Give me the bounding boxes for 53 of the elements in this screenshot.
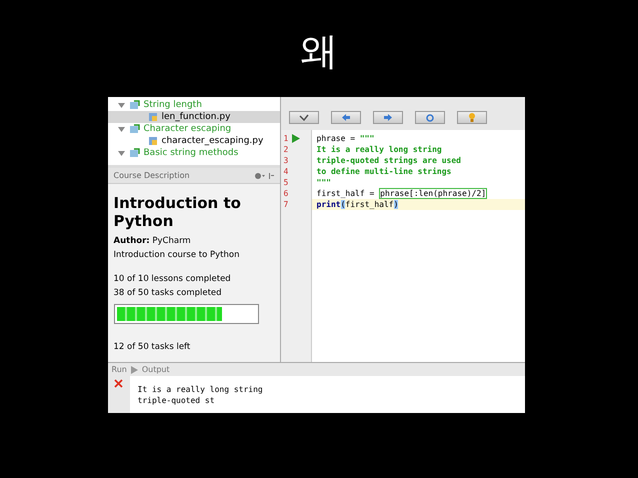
output-line: It is a really long string bbox=[138, 384, 264, 395]
refresh-button[interactable] bbox=[414, 111, 444, 124]
expand-arrow-icon[interactable] bbox=[118, 102, 124, 108]
line-number: 5 bbox=[284, 178, 288, 187]
output-line: triple-quoted st bbox=[138, 395, 216, 406]
run-icon[interactable] bbox=[292, 134, 300, 143]
line-number: 7 bbox=[284, 200, 288, 209]
expand-arrow-icon[interactable] bbox=[118, 126, 124, 132]
tree-item[interactable]: Basic string methods bbox=[144, 148, 238, 158]
line-number: 4 bbox=[284, 167, 288, 176]
tasks-summary: 38 of 50 tasks completed bbox=[114, 288, 223, 298]
python-file-icon bbox=[148, 112, 158, 122]
play-icon bbox=[130, 366, 138, 374]
line-number: 2 bbox=[284, 145, 288, 154]
author-line: Author: PyCharm bbox=[114, 236, 192, 246]
code-line: """ bbox=[316, 177, 332, 188]
tree-row[interactable]: len_function.py bbox=[108, 111, 280, 123]
run-tab[interactable]: Run bbox=[112, 365, 127, 374]
lesson-icon bbox=[128, 100, 140, 110]
hint-button[interactable] bbox=[456, 111, 486, 124]
output-tab[interactable]: Output bbox=[142, 365, 170, 374]
course-title: Introduction to Python bbox=[114, 194, 242, 230]
expand-arrow-icon[interactable] bbox=[118, 150, 124, 156]
tree-item[interactable]: String length bbox=[144, 100, 202, 110]
left-arrow-icon bbox=[340, 114, 350, 121]
lightbulb-icon bbox=[468, 113, 474, 122]
checkmark-icon bbox=[298, 114, 308, 121]
right-arrow-icon bbox=[382, 114, 392, 121]
lessons-summary: 10 of 10 lessons completed bbox=[114, 274, 232, 284]
slide-title: 왜 bbox=[300, 28, 338, 75]
line-number: 3 bbox=[284, 156, 288, 165]
check-button[interactable] bbox=[288, 111, 318, 124]
file-name: character_escaping.py bbox=[162, 136, 264, 146]
file-name: len_function.py bbox=[162, 112, 230, 122]
course-description: Introduction course to Python bbox=[114, 250, 240, 260]
code-line: first_half = phrase[:len(phrase)/2] bbox=[316, 188, 488, 199]
lesson-icon bbox=[128, 148, 140, 158]
code-line: to define multi-line strings bbox=[316, 166, 452, 177]
code-line: phrase = """ bbox=[316, 133, 376, 144]
lesson-icon bbox=[128, 124, 140, 134]
line-number: 6 bbox=[284, 189, 288, 198]
previous-button[interactable] bbox=[330, 111, 360, 124]
tree-row[interactable]: character_escaping.py bbox=[108, 135, 280, 147]
line-number: 1 bbox=[284, 134, 288, 143]
code-line: triple-quoted strings are used bbox=[316, 155, 462, 166]
tree-item[interactable]: Character escaping bbox=[144, 124, 232, 134]
code-line: It is a really long string bbox=[316, 144, 443, 155]
python-file-icon bbox=[148, 136, 158, 146]
tasks-left: 12 of 50 tasks left bbox=[114, 342, 192, 352]
close-icon[interactable] bbox=[114, 379, 123, 388]
next-button[interactable] bbox=[372, 111, 402, 124]
panel-title: Course Description bbox=[114, 171, 190, 180]
code-editor[interactable]: 1 2 3 4 5 6 7 phrase = """ It is a really long string triple-quoted strings are used to define multi-line strings """ first_half = phrase[:len(phrase)/2] print(first_half) bbox=[280, 130, 524, 362]
